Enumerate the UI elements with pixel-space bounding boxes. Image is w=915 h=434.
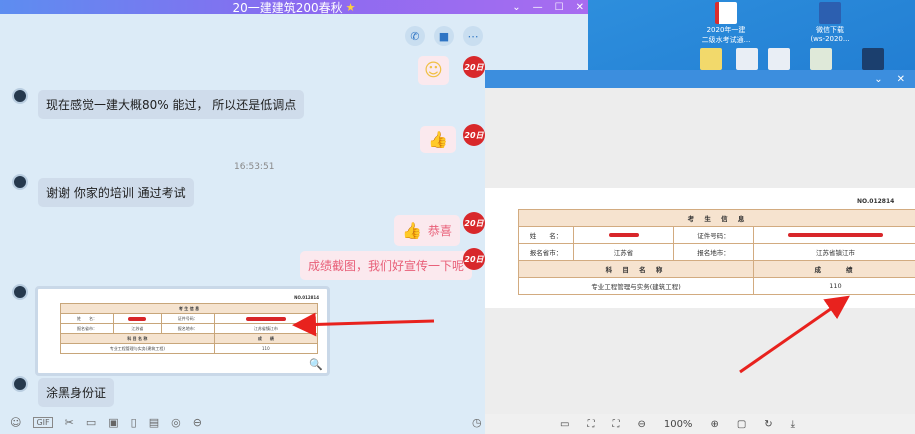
gif-icon[interactable]: GIF (33, 416, 53, 428)
star-icon: ★ (345, 0, 356, 14)
desktop-icon-pdf[interactable]: 2020年一建 二级水考试通... (696, 2, 756, 45)
zoom-icon[interactable]: 🔍 (309, 358, 323, 371)
more-icon[interactable]: ⋯ (463, 26, 483, 46)
thumbs-up-icon: 👍 (428, 130, 448, 149)
avatar[interactable]: 20日 (463, 212, 485, 234)
message-bubble[interactable]: 👍 (420, 126, 456, 153)
file-icon[interactable] (700, 48, 722, 71)
message-bubble[interactable]: 涂黑身份证 (38, 378, 115, 407)
scissors-icon[interactable]: ✂ (65, 416, 74, 429)
folder-icon[interactable]: ▭ (86, 416, 96, 429)
avatar[interactable] (12, 88, 28, 104)
timestamp: 16:53:51 (234, 162, 275, 172)
actual-size-icon[interactable]: ▢ (737, 419, 746, 430)
emoji-icon[interactable]: ☺ (10, 416, 21, 429)
phone-icon[interactable]: ✆ (405, 26, 425, 46)
redaction-mark (608, 233, 639, 237)
image-viewer-window: ⌄ ✕ NO.012814 考 生 信 息 姓 名： 证件号码： 报名省市： 江… (485, 70, 915, 434)
avatar[interactable] (12, 284, 28, 300)
score-value: 110 (753, 277, 915, 295)
desktop-icon-download[interactable]: 微信下载 (ws-2020... (800, 2, 860, 43)
message-bubble[interactable]: 谢谢 你家的培训 通过考试 (38, 178, 194, 207)
score-document: NO.012814 考 生 信 息 姓 名： 证件号码： 报名省市： 江苏省 报… (485, 188, 915, 308)
message-bubble[interactable]: ☺ (418, 56, 449, 85)
chevron-down-icon[interactable]: ⌄ (512, 2, 520, 13)
message-bubble[interactable]: 👍 恭喜 (394, 215, 460, 246)
zoom-level: 100% (663, 418, 693, 430)
viewer-toolbar: ▭ ⛶ ⛶ ⊖ 100% ⊕ ▢ ↻ ⤓ (485, 414, 915, 434)
chat-messages[interactable]: ✆ ■ ⋯ ☺ 20日 现在感觉一建大概80% 能过， 所以还是低调点 👍 20… (0, 14, 488, 407)
emoji-icon: ☺ (424, 60, 443, 81)
crop-icon[interactable]: ⛶ (587, 419, 594, 430)
avatar[interactable]: 20日 (463, 56, 485, 78)
chevron-down-icon[interactable]: ⌄ (874, 74, 882, 85)
voice-icon[interactable]: ◎ (171, 416, 181, 429)
chat-toolbar: ☺ GIF ✂ ▭ ▣ ▯ ▤ ◎ ⊖ ◷ (0, 410, 488, 434)
score-thumbnail: 考 生 信 息 姓 名： 证件号码： 报名省市： 江苏省 报名地市： 江苏省镇江市 科 … (60, 303, 319, 354)
redaction-mark (788, 233, 883, 237)
subject-name: 专业工程管理与实务(建筑工程) (518, 277, 754, 295)
file-icon[interactable] (862, 48, 884, 71)
download-icon[interactable]: ⤓ (791, 419, 795, 430)
message-bubble[interactable]: 现在感觉一建大概80% 能过， 所以还是低调点 (38, 90, 305, 119)
avatar[interactable] (12, 174, 28, 190)
chat-title-bar: 20一建建筑200春秋 ★ ⌄ — ☐ ✕ (0, 0, 588, 15)
avatar[interactable] (12, 376, 28, 392)
more-icon[interactable]: ⊖ (193, 416, 202, 429)
file-icon[interactable] (810, 48, 832, 71)
phone-icon[interactable]: ▯ (131, 416, 137, 429)
fit-icon[interactable]: ▭ (560, 419, 569, 430)
document-number: NO.012814 (857, 198, 895, 205)
calendar-icon[interactable]: ▤ (149, 416, 159, 429)
clock-icon[interactable]: ◷ (472, 416, 482, 429)
app-icon (819, 2, 841, 24)
close-icon[interactable]: ✕ (897, 74, 905, 85)
zoom-out-icon[interactable]: ⊖ (637, 419, 645, 430)
avatar[interactable]: 20日 (463, 124, 485, 146)
close-icon[interactable]: ✕ (576, 2, 584, 13)
zoom-in-icon[interactable]: ⊕ (710, 419, 718, 430)
message-bubble[interactable]: 成绩截图，我们好宣传一下呢 (300, 251, 473, 280)
rotate-icon[interactable]: ↻ (764, 419, 772, 430)
viewer-title-bar: ⌄ ✕ (485, 70, 915, 88)
image-icon[interactable]: ▣ (108, 416, 118, 429)
image-message[interactable]: NO.012814 考 生 信 息 姓 名： 证件号码： 报名省市： 江苏省 报名地市… (35, 286, 330, 376)
table-header: 考 生 信 息 (518, 209, 915, 227)
avatar[interactable]: 20日 (463, 248, 485, 270)
fullscreen-icon[interactable]: ⛶ (612, 419, 619, 430)
minimize-icon[interactable]: — (533, 2, 543, 13)
file-icon[interactable] (736, 48, 758, 71)
maximize-icon[interactable]: ☐ (555, 2, 564, 13)
video-icon[interactable]: ■ (434, 26, 454, 46)
thumbs-up-icon: 👍 (402, 221, 422, 240)
pdf-icon (715, 2, 737, 24)
score-table: 考 生 信 息 姓 名： 证件号码： 报名省市： 江苏省 报名地市： 江苏省镇江… (518, 209, 915, 295)
file-icon[interactable] (768, 48, 790, 71)
